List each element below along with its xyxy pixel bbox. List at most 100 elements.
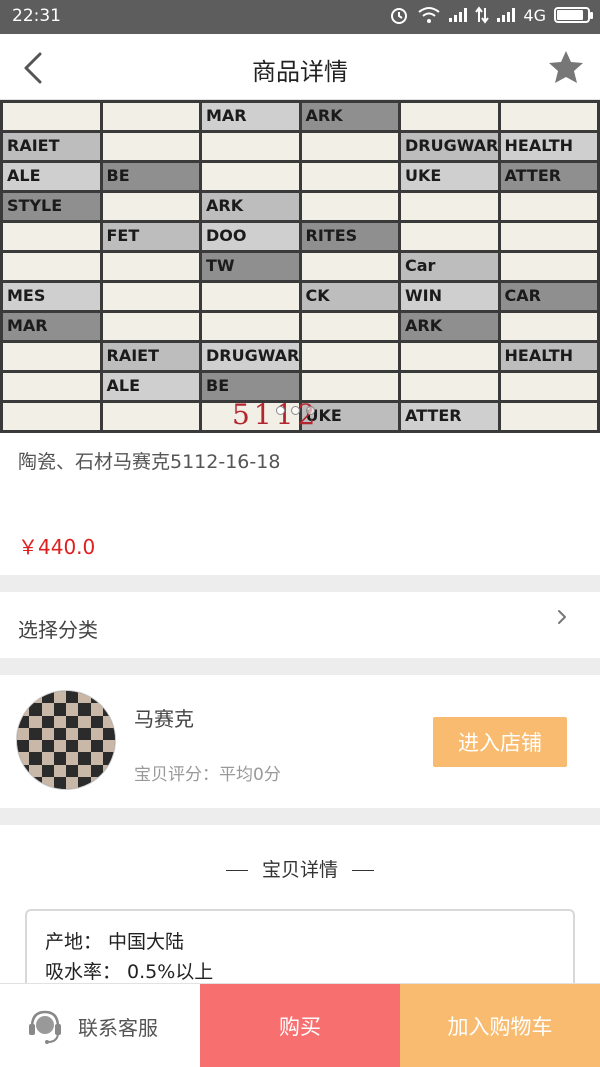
mosaic-tile bbox=[3, 343, 100, 370]
battery-icon bbox=[554, 7, 593, 23]
shop-avatar[interactable] bbox=[16, 690, 116, 790]
select-category-row[interactable]: 选择分类 bbox=[0, 592, 600, 658]
enter-shop-button[interactable]: 进入店铺 bbox=[433, 717, 567, 767]
mosaic-tile: BE bbox=[102, 163, 199, 190]
divider bbox=[352, 870, 374, 871]
signal-icon bbox=[449, 8, 468, 22]
carousel-dot[interactable] bbox=[306, 406, 315, 415]
mosaic-tile bbox=[3, 253, 100, 280]
divider bbox=[225, 870, 248, 871]
chevron-right-icon bbox=[558, 610, 566, 624]
mosaic-tile: HEALTH bbox=[500, 343, 597, 370]
product-info: 陶瓷、石材马赛克5112-16-18 ￥440.0 bbox=[0, 433, 600, 575]
mosaic-tile: ALE bbox=[3, 163, 100, 190]
mosaic-tile bbox=[202, 163, 299, 190]
mosaic-tile: ARK bbox=[401, 313, 498, 340]
mosaic-tile bbox=[3, 103, 100, 130]
page-title: 商品详情 bbox=[252, 58, 348, 86]
mosaic-tile bbox=[102, 103, 199, 130]
mosaic-tile bbox=[301, 133, 398, 160]
mosaic-tile bbox=[301, 313, 398, 340]
mosaic-tile bbox=[301, 163, 398, 190]
mosaic-tile bbox=[202, 283, 299, 310]
mosaic-tile: HEALTH bbox=[500, 133, 597, 160]
mosaic-tile: CK bbox=[301, 283, 398, 310]
mosaic-tile: TW bbox=[202, 253, 299, 280]
mosaic-tile: MAR bbox=[3, 313, 100, 340]
mosaic-tile bbox=[500, 193, 597, 220]
select-category-label: 选择分类 bbox=[18, 618, 98, 642]
product-image-carousel[interactable]: MAR ARK RAIET DRUGWAR HEALTH ALE BE UKE ATTER STY… bbox=[0, 100, 600, 433]
carousel-dot[interactable] bbox=[276, 406, 285, 415]
carousel-indicator bbox=[276, 406, 315, 415]
mosaic-tile bbox=[500, 373, 597, 400]
mosaic-tile bbox=[500, 313, 597, 340]
mosaic-tile bbox=[3, 373, 100, 400]
app-header: 商品详情 bbox=[0, 34, 600, 100]
shop-name: 马赛克 bbox=[134, 707, 194, 731]
status-bar: 22:31 4G bbox=[0, 0, 600, 34]
mosaic-tile: RITES bbox=[301, 223, 398, 250]
mosaic-tile: BE bbox=[202, 373, 299, 400]
mosaic-tile bbox=[401, 193, 498, 220]
mosaic-tile: ARK bbox=[202, 193, 299, 220]
add-to-cart-button[interactable]: 加入购物车 bbox=[400, 984, 600, 1067]
signal-icon-2 bbox=[497, 8, 516, 22]
mosaic-tile bbox=[301, 193, 398, 220]
mosaic-tile: MAR bbox=[202, 103, 299, 130]
headset-icon bbox=[29, 1010, 61, 1044]
battery-fill bbox=[557, 10, 583, 20]
status-time: 22:31 bbox=[12, 6, 61, 26]
details-heading-text: 宝贝详情 bbox=[261, 859, 338, 881]
mosaic-tile: MES bbox=[3, 283, 100, 310]
mosaic-tile bbox=[401, 373, 498, 400]
contact-service-label: 联系客服 bbox=[78, 1015, 158, 1040]
mosaic-tile: DRUGWAR bbox=[202, 343, 299, 370]
mosaic-tile: RAIET bbox=[3, 133, 100, 160]
contact-service-button[interactable]: 联系客服 bbox=[0, 984, 200, 1067]
mosaic-image: MAR ARK RAIET DRUGWAR HEALTH ALE BE UKE ATTER STY… bbox=[0, 100, 600, 433]
bottom-action-bar: 联系客服 购买 加入购物车 bbox=[0, 983, 600, 1067]
mosaic-tile: WIN bbox=[401, 283, 498, 310]
shop-card: 马赛克 宝贝评分：平均0分 进入店铺 bbox=[0, 675, 600, 808]
mosaic-tile bbox=[102, 283, 199, 310]
mosaic-tile bbox=[102, 313, 199, 340]
mosaic-tile bbox=[500, 223, 597, 250]
mosaic-tile: ARK bbox=[301, 103, 398, 130]
mosaic-tile: ATTER bbox=[401, 403, 498, 430]
mosaic-tile: FET bbox=[102, 223, 199, 250]
star-icon[interactable] bbox=[546, 48, 586, 88]
mosaic-tile bbox=[500, 253, 597, 280]
mosaic-tile bbox=[102, 193, 199, 220]
mosaic-tile: DRUGWAR bbox=[401, 133, 498, 160]
mosaic-tile: ATTER bbox=[500, 163, 597, 190]
shop-rating: 宝贝评分：平均0分 bbox=[134, 765, 281, 785]
mosaic-tile: STYLE bbox=[3, 193, 100, 220]
mosaic-tile bbox=[401, 103, 498, 130]
network-type: 4G bbox=[523, 5, 546, 25]
mosaic-tile bbox=[401, 223, 498, 250]
mosaic-tile bbox=[301, 253, 398, 280]
mosaic-tile: RAIET bbox=[102, 343, 199, 370]
alarm-icon bbox=[391, 8, 408, 24]
mosaic-tile bbox=[401, 343, 498, 370]
mosaic-tile bbox=[202, 133, 299, 160]
mosaic-tile bbox=[3, 403, 100, 430]
mosaic-tile: UKE bbox=[401, 163, 498, 190]
wifi-icon bbox=[418, 7, 441, 23]
buy-button[interactable]: 购买 bbox=[200, 984, 400, 1067]
mosaic-tile bbox=[301, 343, 398, 370]
mosaic-tile bbox=[202, 313, 299, 340]
mosaic-tile bbox=[102, 133, 199, 160]
data-transfer-icon bbox=[475, 6, 490, 24]
mosaic-tile bbox=[500, 103, 597, 130]
mosaic-tile bbox=[301, 373, 398, 400]
mosaic-tile bbox=[102, 253, 199, 280]
mosaic-tile bbox=[500, 403, 597, 430]
mosaic-tile bbox=[3, 223, 100, 250]
mosaic-tile: ALE bbox=[102, 373, 199, 400]
details-heading: 宝贝详情 bbox=[0, 855, 600, 882]
spec-line-origin: 产地： 中国大陆 bbox=[45, 931, 185, 953]
status-icons: 4G bbox=[389, 5, 593, 25]
carousel-dot[interactable] bbox=[291, 406, 300, 415]
